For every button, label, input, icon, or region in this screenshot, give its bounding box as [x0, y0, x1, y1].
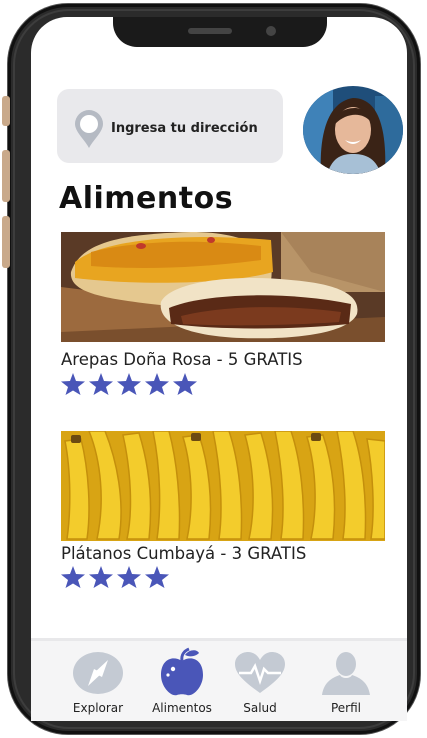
heart-pulse-icon — [235, 652, 285, 693]
tab-label-perfil: Perfil — [330, 701, 362, 715]
tab-label-salud: Salud — [243, 701, 277, 715]
item-title-platanos[interactable]: Plátanos Cumbayá - 3 GRATIS — [61, 544, 306, 563]
front-camera — [266, 26, 276, 36]
star-icon — [89, 566, 113, 588]
tab-explorar[interactable]: Explorar — [53, 641, 143, 721]
apple-icon — [161, 647, 203, 696]
tab-salud[interactable]: Salud — [215, 641, 305, 721]
address-placeholder: Ingresa tu dirección — [111, 121, 258, 136]
tab-label-explorar: Explorar — [72, 701, 124, 715]
star-icon — [61, 373, 85, 395]
side-button-volume-up — [2, 150, 10, 202]
star-icon — [61, 566, 85, 588]
compass-icon — [73, 652, 123, 694]
star-icon — [117, 373, 141, 395]
tab-label-alimentos: Alimentos — [152, 701, 212, 715]
avatar[interactable] — [303, 86, 403, 174]
side-button-mute — [2, 96, 10, 126]
notch — [113, 17, 327, 47]
item-title-arepas[interactable]: Arepas Doña Rosa - 5 GRATIS — [61, 350, 303, 369]
bottom-tab-bar: Explorar Alimentos Salud Perfil — [31, 638, 407, 721]
rating-stars-arepas — [61, 373, 197, 395]
star-icon — [173, 373, 197, 395]
star-icon — [117, 566, 141, 588]
rating-stars-platanos — [61, 566, 169, 588]
arepas-image[interactable] — [61, 232, 385, 342]
location-pin-icon — [75, 110, 103, 148]
tab-alimentos[interactable]: Alimentos — [137, 641, 227, 721]
star-icon — [145, 373, 169, 395]
star-icon — [145, 566, 169, 588]
speaker — [188, 28, 232, 34]
address-input[interactable]: Ingresa tu dirección — [57, 89, 283, 163]
star-icon — [89, 373, 113, 395]
user-icon — [322, 652, 370, 695]
tab-perfil[interactable]: Perfil — [301, 641, 391, 721]
page-title: Alimentos — [59, 181, 234, 216]
platanos-image[interactable] — [61, 431, 385, 541]
side-button-volume-down — [2, 216, 10, 268]
